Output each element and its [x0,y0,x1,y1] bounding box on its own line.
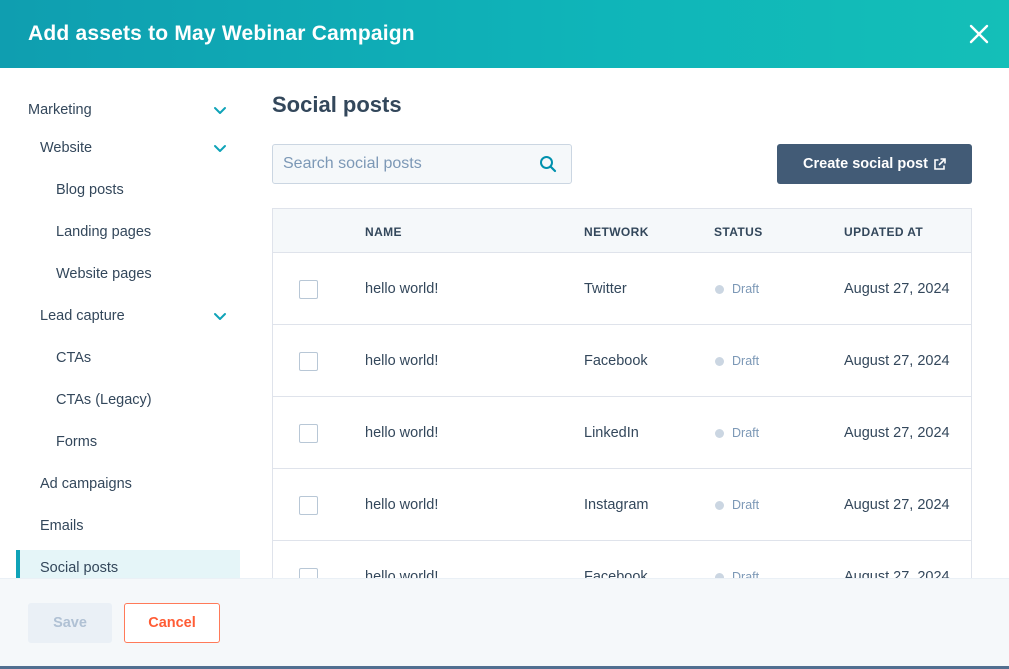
sidebar-item-label: Website [40,140,93,156]
status-dot-icon [715,428,724,438]
row-updated-at: August 27, 2024 [844,569,950,578]
row-checkbox[interactable] [299,496,318,515]
column-header-name[interactable]: NAME [365,225,402,239]
chevron-down-icon[interactable] [212,308,228,324]
sidebar-item-label: Marketing [28,102,92,118]
sidebar-item-emails[interactable]: Emails [40,506,228,546]
sidebar-item-lead-capture[interactable]: Lead capture [40,296,228,336]
search-input[interactable] [273,145,533,183]
sidebar-item-label: Landing pages [56,224,152,240]
table-row[interactable]: hello world! Instagram Draft August 27, … [273,469,971,541]
sidebar-item-label: Emails [40,518,84,534]
row-checkbox[interactable] [299,568,318,578]
sidebar-item-label: Social posts [40,560,119,576]
table-row[interactable]: hello world! LinkedIn Draft August 27, 2… [273,397,971,469]
row-updated-at: August 27, 2024 [844,353,950,369]
cancel-button[interactable]: Cancel [124,603,220,643]
modal-header: Add assets to May Webinar Campaign [0,0,1009,68]
chevron-down-icon[interactable] [212,140,228,156]
sidebar: Marketing Website Blog posts Landing pag… [0,68,248,578]
column-header-status[interactable]: STATUS [714,225,763,239]
modal-title: Add assets to May Webinar Campaign [28,22,415,45]
row-status: Draft [732,282,760,296]
table-header: NAME NETWORK STATUS UPDATED AT [273,209,971,253]
sidebar-item-marketing[interactable]: Marketing [28,90,228,130]
column-header-updated-at[interactable]: UPDATED AT [844,225,923,239]
modal-footer: Save Cancel [0,578,1009,666]
sidebar-item-label: Forms [56,434,98,450]
row-updated-at: August 27, 2024 [844,497,950,513]
status-badge: Draft [715,498,759,512]
table-row[interactable]: hello world! Twitter Draft August 27, 20… [273,253,971,325]
table-row[interactable]: hello world! Facebook Draft August 27, 2… [273,325,971,397]
column-header-network[interactable]: NETWORK [584,225,649,239]
sidebar-item-label: Lead capture [40,308,125,324]
sidebar-item-website[interactable]: Website [40,128,228,168]
row-updated-at: August 27, 2024 [844,281,950,297]
row-name: hello world! [365,497,439,513]
sidebar-item-label: CTAs [56,350,92,366]
sidebar-item-label: CTAs (Legacy) [56,392,152,408]
row-network: Twitter [584,281,627,297]
status-badge: Draft [715,282,759,296]
row-network: Facebook [584,353,648,369]
save-button[interactable]: Save [28,603,112,643]
row-checkbox[interactable] [299,280,318,299]
sidebar-item-ad-campaigns[interactable]: Ad campaigns [40,464,228,504]
row-updated-at: August 27, 2024 [844,425,950,441]
sidebar-item-forms[interactable]: Forms [56,422,226,462]
row-name: hello world! [365,353,439,369]
page-title: Social posts [272,92,402,117]
status-dot-icon [715,356,724,366]
sidebar-item-landing-pages[interactable]: Landing pages [56,212,226,252]
sidebar-item-label: Website pages [56,266,152,282]
row-name: hello world! [365,281,439,297]
sidebar-item-ctas-legacy[interactable]: CTAs (Legacy) [56,380,226,420]
row-name: hello world! [365,425,439,441]
row-checkbox[interactable] [299,352,318,371]
status-badge: Draft [715,354,759,368]
sidebar-item-website-pages[interactable]: Website pages [56,254,226,294]
sidebar-item-ctas[interactable]: CTAs [56,338,226,378]
sidebar-item-label: Ad campaigns [40,476,132,492]
row-status: Draft [732,570,760,578]
sidebar-item-social-posts[interactable]: Social posts [40,548,228,578]
row-status: Draft [732,426,760,440]
row-network: Instagram [584,497,649,513]
status-dot-icon [715,500,724,510]
sidebar-item-blog-posts[interactable]: Blog posts [56,170,226,210]
close-icon[interactable] [967,22,991,46]
search-icon[interactable] [539,155,557,173]
row-status: Draft [732,498,760,512]
create-social-post-label: Create social post [803,156,928,172]
table-row[interactable]: hello world! Facebook Draft August 27, 2… [273,541,971,578]
status-badge: Draft [715,570,759,578]
status-badge: Draft [715,426,759,440]
sidebar-item-label: Blog posts [56,182,124,198]
row-status: Draft [732,354,760,368]
search-box[interactable] [272,144,572,184]
row-network: LinkedIn [584,425,639,441]
status-dot-icon [715,284,724,294]
row-checkbox[interactable] [299,424,318,443]
row-network: Facebook [584,569,648,578]
chevron-down-icon[interactable] [212,102,228,118]
social-posts-table: NAME NETWORK STATUS UPDATED AT hello wor… [272,208,972,578]
create-social-post-button[interactable]: Create social post [777,144,972,184]
row-name: hello world! [365,569,439,578]
external-link-icon [934,157,946,170]
